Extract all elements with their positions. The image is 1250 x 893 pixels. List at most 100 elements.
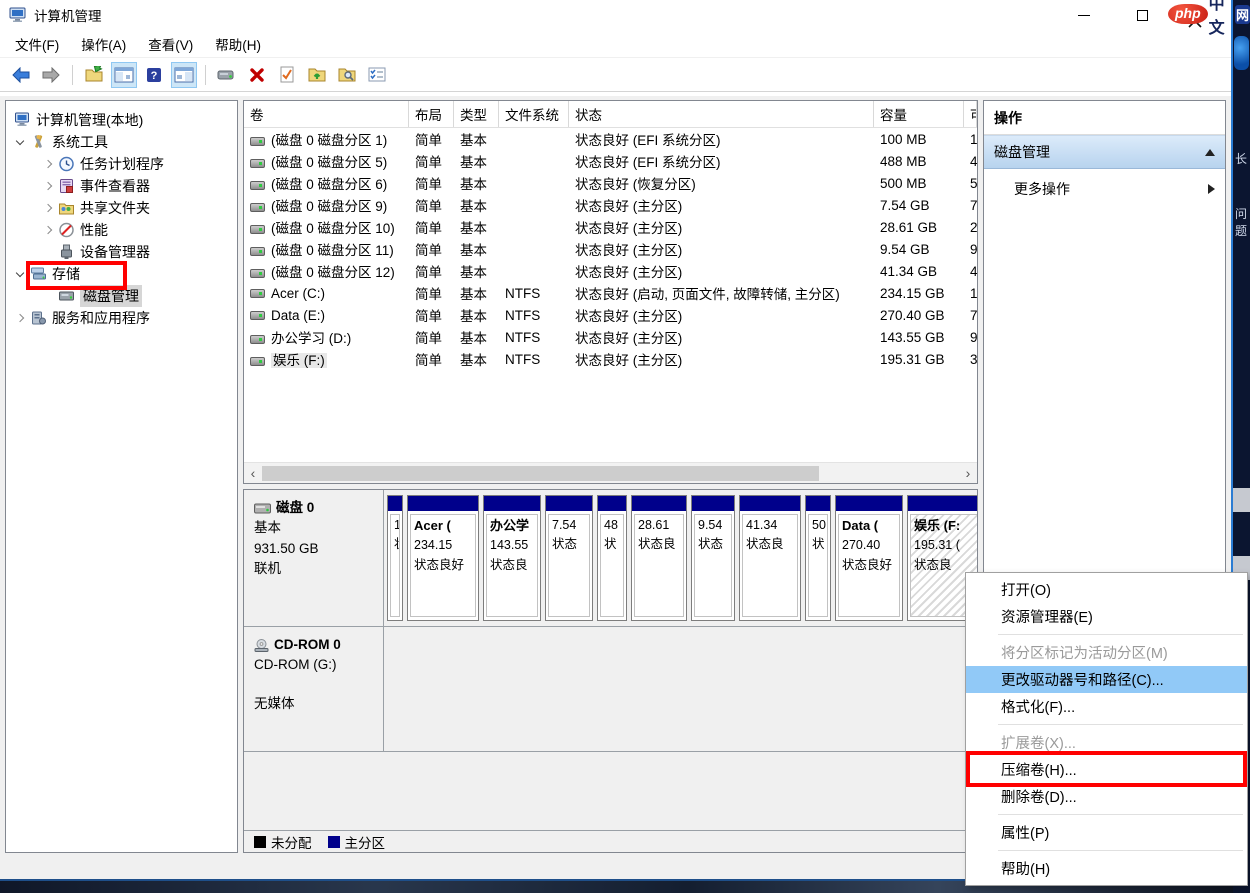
- context-menu-item[interactable]: [966, 810, 1247, 819]
- menu-view[interactable]: 查看(V): [137, 34, 204, 54]
- show-action-pane-button[interactable]: [171, 61, 197, 88]
- scroll-right-icon[interactable]: ›: [959, 463, 977, 483]
- column-layout[interactable]: 布局: [409, 101, 454, 127]
- tree-item-system-tools[interactable]: 系统工具: [6, 131, 237, 153]
- menu-file[interactable]: 文件(F): [4, 34, 70, 54]
- export-list-button[interactable]: [81, 62, 107, 88]
- title-bar: 计算机管理: [0, 0, 1231, 30]
- back-button[interactable]: [8, 62, 34, 88]
- volume-icon: [250, 311, 265, 321]
- context-menu-item[interactable]: 删除卷(D)...: [966, 783, 1247, 810]
- tree-item-task-scheduler[interactable]: 任务计划程序: [6, 153, 237, 175]
- chevron-right-icon[interactable]: [40, 181, 56, 191]
- column-status[interactable]: 状态: [569, 101, 874, 127]
- collapse-icon[interactable]: [1205, 148, 1215, 156]
- export-folder-icon: [85, 66, 103, 82]
- horizontal-scrollbar[interactable]: ‹ ›: [244, 462, 977, 483]
- actions-disk-management-section[interactable]: 磁盘管理: [984, 135, 1225, 169]
- column-capacity[interactable]: 容量: [874, 101, 964, 127]
- context-menu-item[interactable]: 将分区标记为活动分区(M): [966, 639, 1247, 666]
- partition-block[interactable]: 41.34 状态良: [739, 495, 801, 621]
- context-menu-item[interactable]: 属性(P): [966, 819, 1247, 846]
- maximize-button[interactable]: [1120, 0, 1165, 30]
- disk0-partition-strip: 1 状 Acer ( 234.15 状态良好: [384, 490, 977, 626]
- partition-block[interactable]: 1 状: [387, 495, 403, 621]
- cdrom-icon: [254, 638, 269, 652]
- chevron-right-icon[interactable]: [40, 225, 56, 235]
- context-menu-item[interactable]: 格式化(F)...: [966, 693, 1247, 720]
- delete-button[interactable]: [244, 62, 270, 88]
- volume-row[interactable]: 娱乐 (F:) 简单 基本 NTFS 状态良好 (主分区) 195.31 GB …: [244, 348, 977, 370]
- folder-find-button[interactable]: [334, 62, 360, 88]
- more-actions-item[interactable]: 更多操作: [984, 169, 1225, 199]
- volume-row[interactable]: (磁盘 0 磁盘分区 1) 简单 基本 状态良好 (EFI 系统分区) 100 …: [244, 128, 977, 150]
- volume-icon: [250, 180, 265, 190]
- cdrom-info[interactable]: CD-ROM 0 CD-ROM (G:) 无媒体: [244, 627, 384, 751]
- disk-management-icon: [59, 291, 74, 301]
- folder-up-button[interactable]: [304, 62, 330, 88]
- partition-block[interactable]: 28.61 状态良: [631, 495, 687, 621]
- primary-partition-swatch: [327, 835, 340, 848]
- partition-block[interactable]: 办公学 143.55 状态良: [483, 495, 541, 621]
- volume-row[interactable]: (磁盘 0 磁盘分区 10) 简单 基本 状态良好 (主分区) 28.61 GB…: [244, 216, 977, 238]
- middle-panes: 卷 布局 类型 文件系统 状态 容量 可 (磁盘 0 磁盘分区 1) 简单 基本: [243, 100, 978, 853]
- disk0-name: 磁盘 0: [276, 500, 315, 515]
- tree-item-performance[interactable]: 性能: [6, 219, 237, 241]
- tree-item-device-manager[interactable]: 设备管理器: [6, 241, 237, 263]
- context-menu-item[interactable]: [966, 846, 1247, 855]
- partition-block[interactable]: 50 状: [805, 495, 831, 621]
- background-app-icon: [1234, 36, 1249, 70]
- svg-text:?: ?: [151, 70, 158, 82]
- column-free[interactable]: 可: [964, 101, 977, 127]
- help-icon: ?: [147, 67, 161, 82]
- chevron-down-icon[interactable]: [12, 136, 28, 145]
- checklist-button[interactable]: [364, 62, 390, 88]
- partition-block[interactable]: Data ( 270.40 状态良好: [835, 495, 903, 621]
- forward-button[interactable]: [38, 62, 64, 88]
- volume-row[interactable]: (磁盘 0 磁盘分区 12) 简单 基本 状态良好 (主分区) 41.34 GB…: [244, 260, 977, 282]
- chevron-right-icon[interactable]: [40, 159, 56, 169]
- menu-help[interactable]: 帮助(H): [204, 34, 272, 54]
- menu-action[interactable]: 操作(A): [70, 34, 137, 54]
- volume-row[interactable]: Acer (C:) 简单 基本 NTFS 状态良好 (启动, 页面文件, 故障转…: [244, 282, 977, 304]
- context-menu-item[interactable]: 打开(O): [966, 576, 1247, 603]
- tree-item-services-applications[interactable]: 服务和应用程序: [6, 307, 237, 329]
- context-menu-item[interactable]: 资源管理器(E): [966, 603, 1247, 630]
- column-type[interactable]: 类型: [454, 101, 499, 127]
- partition-block[interactable]: 48 状: [597, 495, 627, 621]
- show-console-tree-button[interactable]: [111, 61, 137, 88]
- help-button[interactable]: ?: [141, 62, 167, 88]
- legend-bar: 未分配 主分区: [244, 830, 977, 852]
- volume-row[interactable]: (磁盘 0 磁盘分区 6) 简单 基本 状态良好 (恢复分区) 500 MB 5: [244, 172, 977, 194]
- minimize-button[interactable]: [1061, 0, 1106, 30]
- column-filesystem[interactable]: 文件系统: [499, 101, 569, 127]
- forward-arrow-icon: [42, 66, 60, 83]
- scrollbar-thumb[interactable]: [262, 465, 820, 481]
- volume-list-pane: 卷 布局 类型 文件系统 状态 容量 可 (磁盘 0 磁盘分区 1) 简单 基本: [243, 100, 978, 484]
- performance-gauge-icon: [59, 222, 74, 238]
- context-menu-item[interactable]: 更改驱动器号和路径(C)...: [966, 666, 1247, 693]
- column-volume[interactable]: 卷: [244, 101, 409, 127]
- delete-x-icon: [250, 67, 264, 82]
- console-window-button[interactable]: [214, 62, 240, 88]
- partition-block[interactable]: 7.54 状态: [545, 495, 593, 621]
- partition-block[interactable]: Acer ( 234.15 状态良好: [407, 495, 479, 621]
- disk0-info[interactable]: 磁盘 0 基本 931.50 GB 联机: [244, 490, 384, 626]
- context-menu-item[interactable]: [966, 720, 1247, 729]
- volume-row[interactable]: (磁盘 0 磁盘分区 9) 简单 基本 状态良好 (主分区) 7.54 GB 7: [244, 194, 977, 216]
- refresh-check-button[interactable]: [274, 62, 300, 88]
- context-menu-item[interactable]: 帮助(H): [966, 855, 1247, 882]
- context-menu-item[interactable]: [966, 630, 1247, 639]
- chevron-right-icon[interactable]: [40, 203, 56, 213]
- tree-item-event-viewer[interactable]: 事件查看器: [6, 175, 237, 197]
- volume-row[interactable]: (磁盘 0 磁盘分区 5) 简单 基本 状态良好 (EFI 系统分区) 488 …: [244, 150, 977, 172]
- scroll-left-icon[interactable]: ‹: [244, 463, 262, 483]
- partition-block[interactable]: 9.54 状态: [691, 495, 735, 621]
- chevron-right-icon[interactable]: [12, 313, 28, 323]
- tree-item-computer-management[interactable]: 计算机管理(本地): [6, 109, 237, 131]
- tree-item-shared-folders[interactable]: 共享文件夹: [6, 197, 237, 219]
- volume-row[interactable]: Data (E:) 简单 基本 NTFS 状态良好 (主分区) 270.40 G…: [244, 304, 977, 326]
- partition-color-bar: [806, 496, 830, 511]
- volume-row[interactable]: 办公学习 (D:) 简单 基本 NTFS 状态良好 (主分区) 143.55 G…: [244, 326, 977, 348]
- volume-row[interactable]: (磁盘 0 磁盘分区 11) 简单 基本 状态良好 (主分区) 9.54 GB …: [244, 238, 977, 260]
